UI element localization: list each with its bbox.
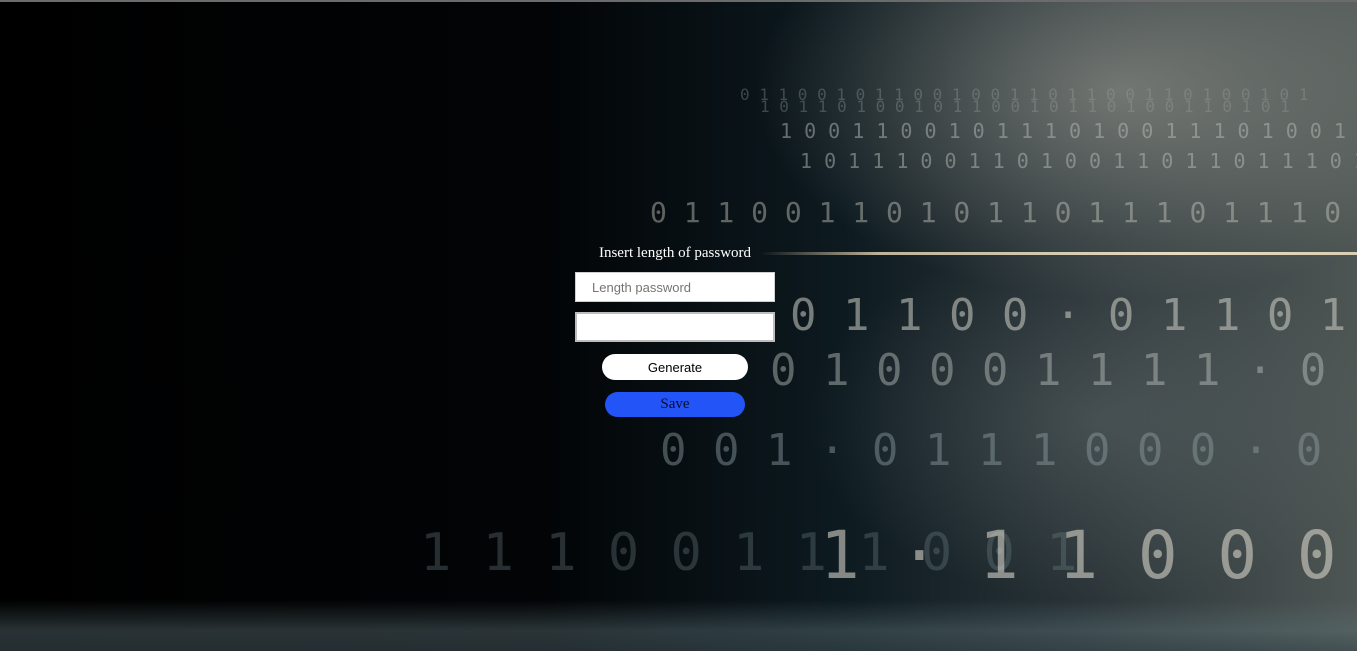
svg-text:1 · 1 1 0 0 0 1 1 0: 1 · 1 1 0 0 0 1 1 0 (820, 517, 1357, 594)
generated-password-field[interactable] (575, 312, 775, 342)
page-background: 0 1 1 0 0 1 0 1 1 0 0 1 0 0 1 1 0 1 1 0 … (0, 0, 1357, 651)
generate-button[interactable]: Generate (602, 354, 748, 380)
save-button[interactable]: Save (605, 392, 745, 417)
svg-text:0 1 1 0 0 1 1 0 1 0 1 1 0 1 1: 0 1 1 0 0 1 1 0 1 0 1 1 0 1 1 1 0 1 1 1 … (650, 196, 1357, 229)
svg-text:0 0 1 · 0 1 1 1 0 0: 0 0 1 · 0 1 1 1 0 0 0 · 0 (660, 425, 1322, 476)
svg-text:1 0 1 1 1 0 0 1 1 0 1 0 0 1 1: 1 0 1 1 1 0 0 1 1 0 1 0 0 1 1 0 1 1 0 1 … (800, 149, 1357, 173)
svg-text:1 0 1 1 0 1 0 0 1 0 1 1 0 0 1: 1 0 1 1 0 1 0 0 1 0 1 1 0 0 1 0 1 1 0 1 … (760, 97, 1290, 116)
svg-text:0 1 1 0 0 · 0 1 1 0 1 1 0 1 1: 0 1 1 0 0 · 0 1 1 0 1 1 0 1 1 0 1 (790, 290, 1357, 341)
form-title: Insert length of password (598, 245, 752, 261)
svg-text:1 0 0 1 1 0 0 1 0 1 1 1 0 1 0: 1 0 0 1 1 0 0 1 0 1 1 1 0 1 0 0 1 1 1 0 … (780, 119, 1346, 143)
floor-glow (0, 600, 1357, 651)
length-password-input[interactable] (575, 272, 775, 302)
light-streak (760, 252, 1357, 255)
svg-text:0 1 0 0 0 1 1 1 1 · 0 1 0 0 1: 0 1 0 0 0 1 1 1 1 · 0 1 0 0 1 0 0 (770, 345, 1357, 396)
